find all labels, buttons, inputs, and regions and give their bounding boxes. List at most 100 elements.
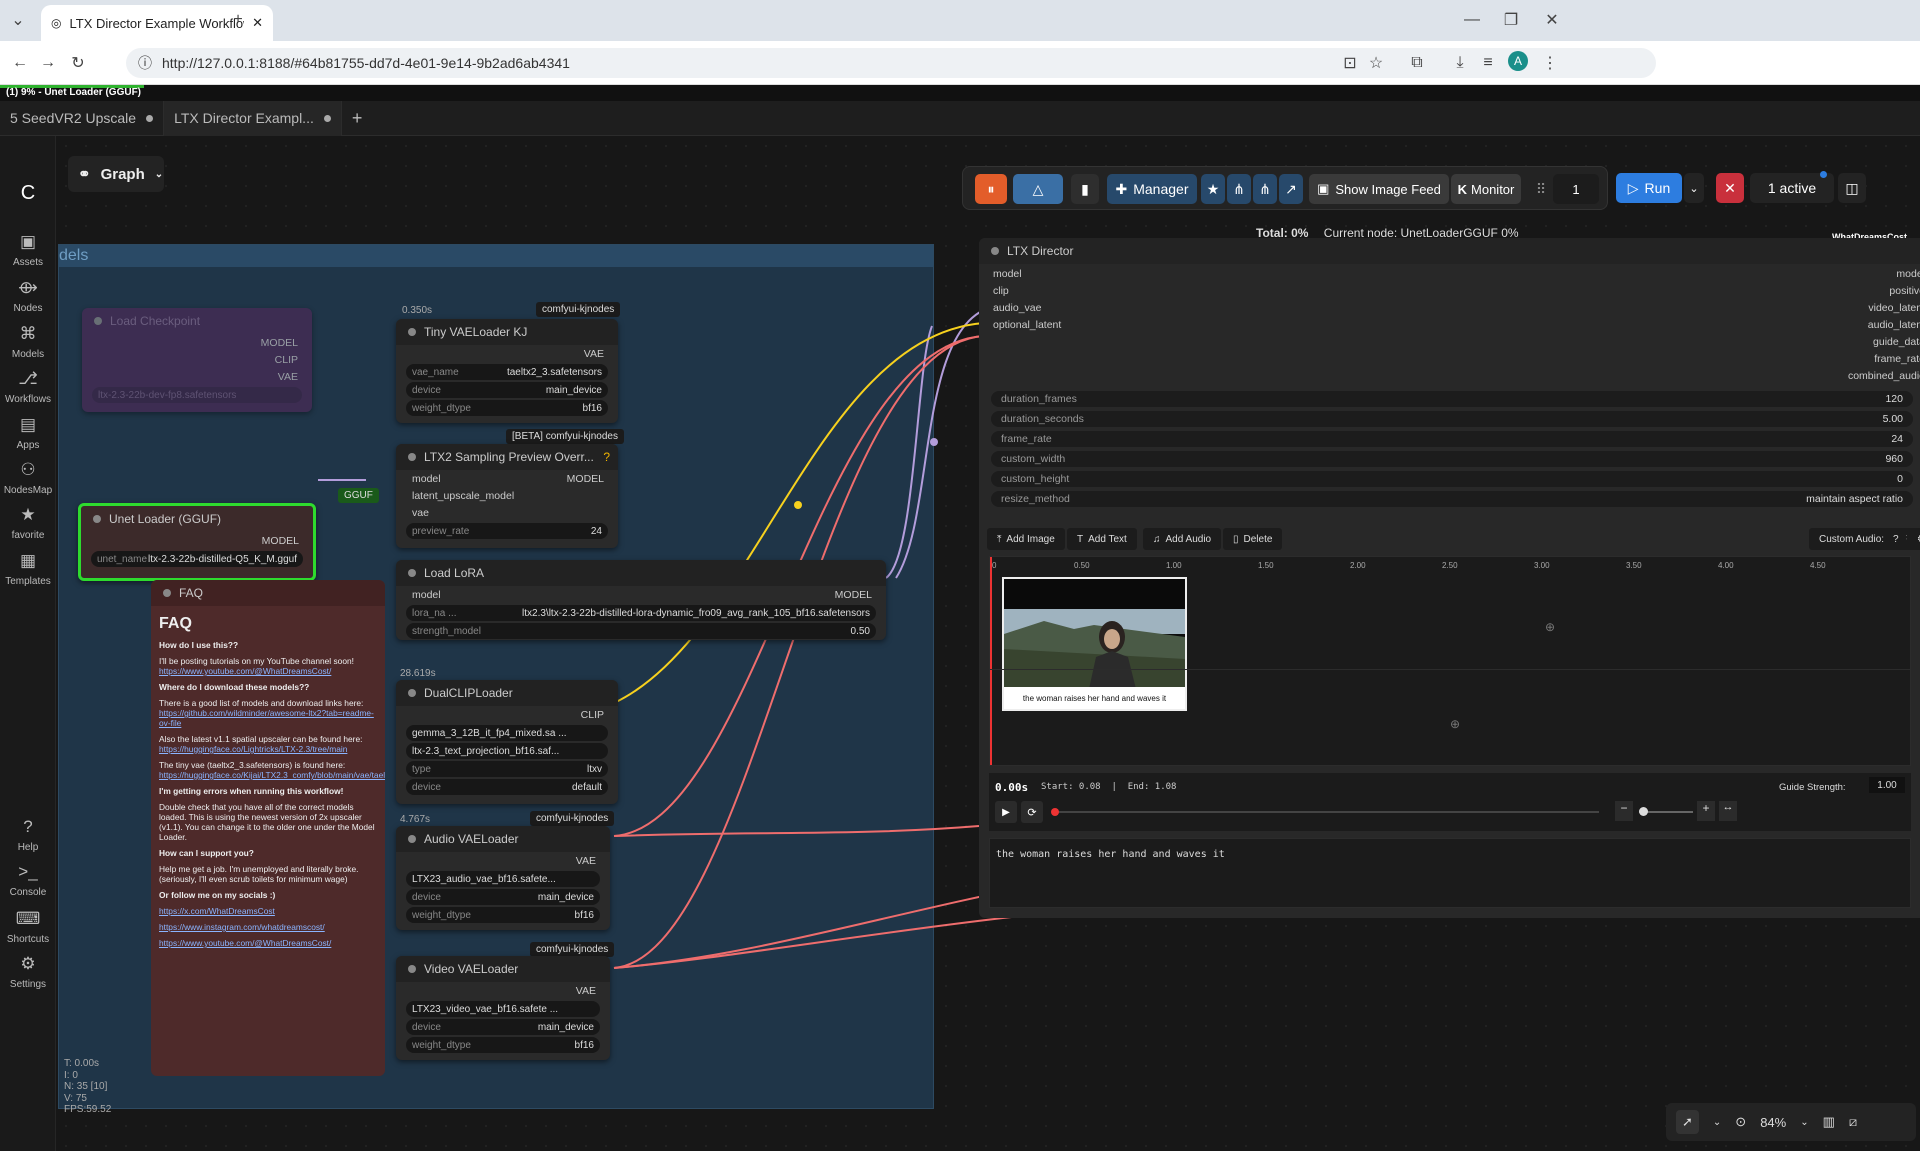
- strength-model-widget[interactable]: strength_model 0.50: [406, 623, 876, 639]
- audio-vae-name-widget[interactable]: LTX23_audio_vae_bf16.safete...: [406, 871, 600, 887]
- show-image-feed-button[interactable]: ▣ Show Image Feed: [1309, 174, 1449, 204]
- site-info-icon[interactable]: ⓘ: [138, 53, 152, 73]
- node-collapse-dot[interactable]: [94, 317, 102, 325]
- hide-links-icon[interactable]: ⧄: [1849, 1114, 1857, 1130]
- bookmark-button[interactable]: ▮: [1071, 174, 1099, 204]
- scrub-handle[interactable]: [1051, 808, 1059, 816]
- sidebar-item-help[interactable]: ? Help: [0, 817, 56, 853]
- input-optional-latent[interactable]: optional_latent: [993, 319, 1061, 331]
- load-checkpoint-node[interactable]: Load Checkpoint MODEL CLIP VAE ltx-2.3-2…: [82, 308, 312, 412]
- delete-button[interactable]: ▯ Delete: [1223, 528, 1283, 550]
- clip-name1-widget[interactable]: gemma_3_12B_it_fp4_mixed.sa ...: [406, 725, 608, 741]
- sidebar-item-console[interactable]: >_ Console: [0, 862, 56, 898]
- help-button[interactable]: ?: [1886, 528, 1906, 550]
- unet-name-widget[interactable]: unet_name ltx-2.3-22b-distilled-Q5_K_M.gg…: [91, 551, 303, 567]
- new-workflow-tab-button[interactable]: +: [342, 101, 373, 136]
- chevron-down-icon[interactable]: ⌄: [1713, 1117, 1721, 1128]
- add-audio-button[interactable]: ♫ Add Audio: [1143, 528, 1222, 550]
- zoom-out-button[interactable]: −: [1615, 801, 1633, 821]
- add-image-button[interactable]: ⤒ Add Image: [987, 528, 1065, 550]
- menu-kebab-icon[interactable]: ⋮: [1538, 51, 1562, 75]
- ckpt-name-widget[interactable]: ltx-2.3-22b-dev-fp8.safetensors: [92, 387, 302, 403]
- playhead[interactable]: [990, 557, 992, 765]
- clip-device-widget[interactable]: device default: [406, 779, 608, 795]
- custom-width-widget[interactable]: custom_width 960: [991, 451, 1913, 467]
- favorite-button[interactable]: ★: [1201, 174, 1225, 204]
- node-collapse-dot[interactable]: [163, 589, 171, 597]
- workflow-tab-seedvr2[interactable]: 5 SeedVR2 Upscale: [0, 100, 165, 136]
- video-vae-loader-node[interactable]: Video VAELoader VAE LTX23_video_vae_bf16…: [396, 956, 610, 1060]
- resize-method-widget[interactable]: resize_method maintain aspect ratio: [991, 491, 1913, 507]
- settings-button[interactable]: ⚙: [1912, 528, 1920, 550]
- vae-name-widget[interactable]: vae_name taeltx2_3.safetensors: [406, 364, 608, 380]
- guide-strength-input[interactable]: 1.00: [1869, 777, 1905, 793]
- comfy-logo[interactable]: C: [0, 182, 56, 210]
- manager-button[interactable]: ✚ Manager: [1107, 174, 1197, 204]
- sidebar-item-shortcuts[interactable]: ⌨ Shortcuts: [0, 909, 56, 945]
- ltx-logo-button[interactable]: △: [1013, 174, 1063, 204]
- add-audio-track-icon[interactable]: ⊕: [1450, 717, 1460, 731]
- output-audio-latent[interactable]: audio_latent: [1868, 319, 1920, 331]
- scrub-track[interactable]: [1055, 811, 1599, 813]
- prompt-textarea[interactable]: the woman raises her hand and waves it: [989, 838, 1911, 908]
- weight-dtype-widget[interactable]: weight_dtype bf16: [406, 400, 608, 416]
- lora-name-widget[interactable]: lora_na ... ltx2.3\ltx-2.3-22b-distilled-…: [406, 605, 876, 621]
- sidebar-item-nodesmap[interactable]: ⚇ NodesMap: [0, 460, 56, 496]
- input-audio-vae[interactable]: audio_vae: [993, 302, 1041, 314]
- fit-view-icon[interactable]: ⊙: [1735, 1114, 1746, 1130]
- play-button[interactable]: ▶: [995, 801, 1017, 823]
- tab-search-icon[interactable]: ⌄: [6, 8, 30, 32]
- new-tab-icon[interactable]: +: [226, 8, 250, 32]
- faq-link[interactable]: https://github.com/wildminder/awesome-lt…: [159, 708, 377, 728]
- node-collapse-dot[interactable]: [408, 689, 416, 697]
- zoom-in-button[interactable]: +: [1697, 801, 1715, 821]
- dual-clip-loader-node[interactable]: DualCLIPLoader CLIP gemma_3_12B_it_fp4_m…: [396, 680, 618, 804]
- add-text-button[interactable]: T Add Text: [1067, 528, 1137, 550]
- sidebar-item-settings[interactable]: ⚙ Settings: [0, 954, 56, 990]
- output-model[interactable]: model: [1896, 268, 1920, 280]
- output-combined-audio[interactable]: combined_audio: [1848, 370, 1920, 382]
- extensions-icon[interactable]: ⧉: [1405, 51, 1429, 75]
- device-widget[interactable]: device main_device: [406, 1019, 600, 1035]
- faq-link[interactable]: https://huggingface.co/Kijai/LTX2.3_comf…: [159, 770, 385, 780]
- toggle-panel-button[interactable]: ◫: [1838, 173, 1866, 203]
- chevron-down-icon[interactable]: ⌄: [1800, 1117, 1808, 1128]
- close-tab-icon[interactable]: ✕: [252, 15, 263, 31]
- node-collapse-dot[interactable]: [408, 835, 416, 843]
- faq-link[interactable]: https://www.youtube.com/@WhatDreamsCost/: [159, 938, 377, 948]
- node-collapse-dot[interactable]: [408, 453, 416, 461]
- node-collapse-dot[interactable]: [408, 569, 416, 577]
- sidebar-item-apps[interactable]: ▤ Apps: [0, 415, 56, 451]
- faq-link[interactable]: https://huggingface.co/Lightricks/LTX-2.…: [159, 744, 377, 754]
- run-options-button[interactable]: ⌄: [1684, 173, 1704, 203]
- output-guide-data[interactable]: guide_data: [1873, 336, 1920, 348]
- clip-type-widget[interactable]: type ltxv: [406, 761, 608, 777]
- weight-dtype-widget[interactable]: weight_dtype bf16: [406, 1037, 600, 1053]
- run-button[interactable]: ▷ Run: [1616, 173, 1682, 203]
- weight-dtype-widget[interactable]: weight_dtype bf16: [406, 907, 600, 923]
- monitor-button[interactable]: K Monitor: [1451, 174, 1521, 204]
- audio-vae-loader-node[interactable]: Audio VAELoader VAE LTX23_audio_vae_bf16…: [396, 826, 610, 930]
- duration-frames-widget[interactable]: duration_frames 120: [991, 391, 1913, 407]
- sidebar-item-favorite[interactable]: ★ favorite: [0, 505, 56, 541]
- load-lora-node[interactable]: Load LoRA model MODEL lora_na ... ltx2.3\l…: [396, 560, 886, 640]
- restore-icon[interactable]: ❐: [1499, 8, 1523, 32]
- forward-icon[interactable]: →: [36, 51, 60, 75]
- faq-link[interactable]: https://www.instagram.com/whatdreamscost…: [159, 922, 377, 932]
- drag-handle[interactable]: ⠿: [1533, 174, 1549, 204]
- tiny-vae-loader-node[interactable]: Tiny VAELoader KJ VAE vae_name taeltx2_3.…: [396, 319, 618, 423]
- ltx-director-node[interactable]: LTX Director model clip audio_vae option…: [979, 238, 1920, 918]
- loop-button[interactable]: ⟳: [1021, 801, 1043, 823]
- timeline[interactable]: 0 0.50 1.00 1.50 2.00 2.50 3.00 3.50 4.0…: [989, 556, 1911, 766]
- faq-link[interactable]: https://www.youtube.com/@WhatDreamsCost/: [159, 666, 377, 676]
- fit-button[interactable]: ↔: [1719, 801, 1737, 821]
- share-button[interactable]: ↗: [1279, 174, 1303, 204]
- sidebar-item-templates[interactable]: ▦ Templates: [0, 551, 56, 587]
- output-video-latent[interactable]: video_latent: [1868, 302, 1920, 314]
- input-clip[interactable]: clip: [993, 285, 1009, 297]
- profile-avatar[interactable]: A: [1508, 51, 1528, 71]
- node-collapse-dot[interactable]: [408, 328, 416, 336]
- timeline-image-clip[interactable]: the woman raises her hand and waves it: [1002, 577, 1187, 711]
- device-widget[interactable]: device main_device: [406, 889, 600, 905]
- node-collapse-dot[interactable]: [408, 965, 416, 973]
